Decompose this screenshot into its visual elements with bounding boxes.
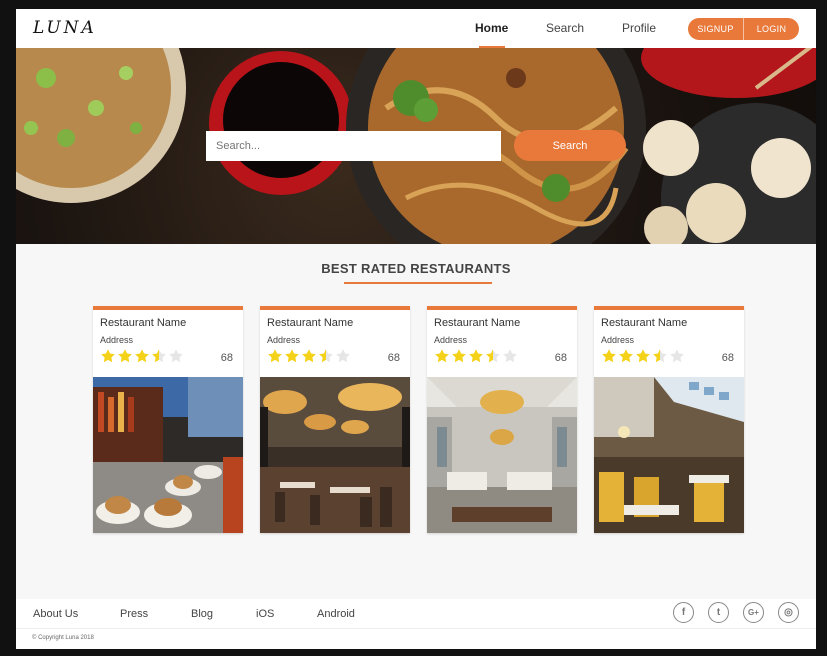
nav-profile[interactable]: Profile (622, 21, 656, 35)
star-icon (469, 349, 483, 363)
login-button[interactable]: LOGIN (744, 18, 799, 40)
signup-button[interactable]: SIGNUP (688, 18, 743, 40)
review-count: 68 (220, 352, 233, 364)
star-icon (670, 349, 684, 363)
star-icon (486, 349, 500, 363)
footer-divider (16, 628, 816, 629)
logo[interactable]: LUNA (33, 18, 97, 38)
facebook-icon[interactable]: f (673, 602, 694, 623)
star-icon (602, 349, 616, 363)
footer: About Us Press Blog iOS Android f t G+ ◎… (16, 599, 816, 649)
footer-link-ios[interactable]: iOS (256, 608, 274, 620)
restaurant-card[interactable]: Restaurant Name Address 68 (594, 306, 744, 533)
star-rating (601, 348, 685, 364)
nav-search[interactable]: Search (546, 21, 584, 35)
restaurant-name[interactable]: Restaurant Name (601, 317, 687, 329)
footer-link-android[interactable]: Android (317, 608, 355, 620)
restaurant-name[interactable]: Restaurant Name (267, 317, 353, 329)
star-icon (653, 349, 667, 363)
search-button[interactable]: Search (514, 130, 626, 161)
star-icon (302, 349, 316, 363)
restaurant-card[interactable]: Restaurant Name Address 68 (427, 306, 577, 533)
review-count: 68 (721, 352, 734, 364)
instagram-icon[interactable]: ◎ (778, 602, 799, 623)
search-input[interactable] (206, 131, 501, 161)
restaurant-card[interactable]: Restaurant Name Address 68 (260, 306, 410, 533)
auth-buttons: SIGNUP LOGIN (688, 18, 799, 40)
star-rating (267, 348, 351, 364)
restaurant-name[interactable]: Restaurant Name (100, 317, 186, 329)
restaurant-address: Address (100, 335, 134, 345)
star-icon (169, 349, 183, 363)
section-title: BEST RATED RESTAURANTS (321, 261, 511, 276)
star-icon (503, 349, 517, 363)
star-rating (434, 348, 518, 364)
star-icon (135, 349, 149, 363)
footer-link-about[interactable]: About Us (33, 608, 78, 620)
restaurant-card[interactable]: Restaurant Name Address 68 (93, 306, 243, 533)
restaurant-photo (427, 377, 577, 533)
star-icon (452, 349, 466, 363)
restaurant-address: Address (267, 335, 301, 345)
header: LUNA Home Search Profile SIGNUP LOGIN (16, 9, 816, 48)
copyright: © Copyright Luna 2018 (32, 635, 94, 641)
star-icon (101, 349, 115, 363)
star-icon (619, 349, 633, 363)
section-title-underline (344, 282, 492, 284)
restaurant-address: Address (434, 335, 468, 345)
restaurant-photo (594, 377, 744, 533)
review-count: 68 (387, 352, 400, 364)
star-icon (285, 349, 299, 363)
twitter-icon[interactable]: t (708, 602, 729, 623)
star-icon (336, 349, 350, 363)
restaurant-address: Address (601, 335, 635, 345)
nav-home[interactable]: Home (475, 21, 508, 35)
star-icon (118, 349, 132, 363)
star-icon (319, 349, 333, 363)
star-rating (100, 348, 184, 364)
star-icon (268, 349, 282, 363)
page: LUNA Home Search Profile SIGNUP LOGIN Se… (16, 9, 816, 649)
star-icon (435, 349, 449, 363)
star-icon (636, 349, 650, 363)
footer-link-blog[interactable]: Blog (191, 608, 213, 620)
restaurant-photo (260, 377, 410, 533)
star-icon (152, 349, 166, 363)
footer-link-press[interactable]: Press (120, 608, 148, 620)
hero-banner: Search (16, 48, 816, 244)
restaurant-name[interactable]: Restaurant Name (434, 317, 520, 329)
review-count: 68 (554, 352, 567, 364)
restaurant-photo (93, 377, 243, 533)
google-plus-icon[interactable]: G+ (743, 602, 764, 623)
